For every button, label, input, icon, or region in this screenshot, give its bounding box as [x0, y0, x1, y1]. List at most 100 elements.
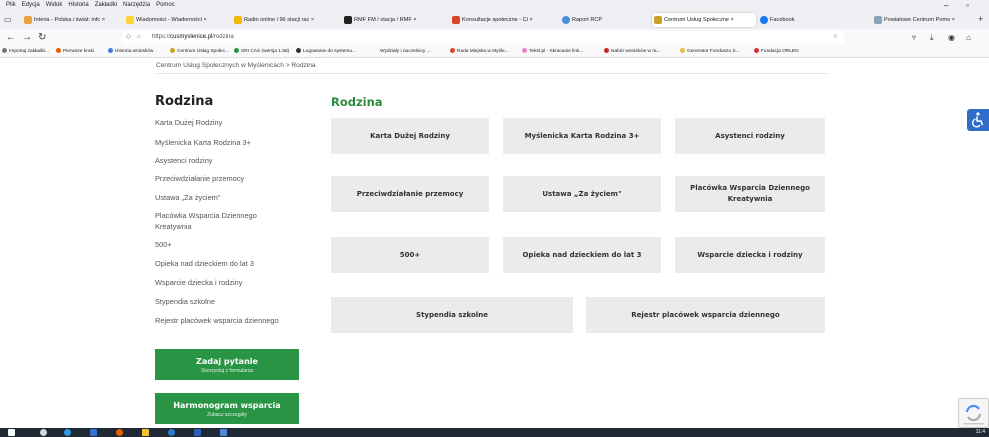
- bookmark-item[interactable]: Logowanie do systemu...: [296, 46, 356, 57]
- raport-favicon-icon: [562, 16, 570, 24]
- sidebar-item-za-zyciem[interactable]: Ustawa „Za życiem": [155, 192, 315, 203]
- menu-help[interactable]: Pomoc: [156, 2, 175, 8]
- folder-icon[interactable]: [142, 429, 149, 436]
- sidebar-item-asystenci[interactable]: Asystenci rodziny: [155, 155, 315, 166]
- url-scheme: https://: [152, 34, 171, 40]
- tab-interia[interactable]: Interia - Polska i świat: infc ×: [22, 13, 118, 27]
- shield-icon[interactable]: ◇: [126, 31, 131, 44]
- word-icon[interactable]: [194, 429, 201, 436]
- menu-history[interactable]: Historia: [68, 2, 88, 8]
- nabor-icon: [604, 48, 609, 53]
- cta-title: Harmonogram wsparcia: [173, 401, 281, 410]
- bookmark-item[interactable]: Generator Funduszu S...: [680, 46, 740, 57]
- tile-stypendia[interactable]: Stypendia szkolne: [331, 297, 573, 333]
- reload-icon[interactable]: ↻: [38, 30, 46, 45]
- cta-title: Zadaj pytanie: [196, 357, 258, 366]
- wiadomosci-favicon-icon: [126, 16, 134, 24]
- minimize-icon[interactable]: –: [944, 0, 948, 11]
- tile-przemoc[interactable]: Przeciwdziałanie przemocy: [331, 176, 489, 212]
- history-globe-icon: [108, 48, 113, 53]
- bookmark-item[interactable]: Fundacja ORLEN: [754, 46, 799, 57]
- tile-asystenci[interactable]: Asystenci rodziny: [675, 118, 825, 154]
- tab-list-icon[interactable]: ▭: [4, 12, 12, 27]
- sidebar-item-kreatywnia[interactable]: Placówka Wsparcia Dziennego Kreatywnia: [155, 210, 295, 232]
- tile-karta-rodzina-3plus[interactable]: Myślenicka Karta Rodzina 3+: [503, 118, 661, 154]
- firefox-taskbar-icon[interactable]: [116, 429, 123, 436]
- bookmark-star-icon[interactable]: ☆: [833, 31, 838, 44]
- tab-centrum-uslug[interactable]: Centrum Usług Społeczne ×: [652, 13, 756, 27]
- tab-label: Powiatowe Centrum Pomo ×: [884, 17, 956, 23]
- bookmark-item[interactable]: Tekst.pl - Skracanie link...: [522, 46, 583, 57]
- support-schedule-button[interactable]: Harmonogram wsparcia Zobacz szczegóły: [155, 393, 299, 424]
- tekst-icon: [522, 48, 527, 53]
- tab-label: Konsultacje społeczne - Ci ×: [462, 17, 533, 23]
- tab-label: Interia - Polska i świat: infc ×: [34, 17, 106, 23]
- maximize-icon[interactable]: ▫: [966, 0, 969, 11]
- url-bar[interactable]: ◇ ⌂ https://cusmyslenice.pl/rodzina ☆: [122, 31, 844, 44]
- tab-wiadomosci[interactable]: Wiadomości - Wiadomości ×: [124, 13, 230, 27]
- back-icon[interactable]: ←: [6, 30, 16, 45]
- sidebar-item-stypendia[interactable]: Stypendia szkolne: [155, 296, 315, 307]
- login-icon: [296, 48, 301, 53]
- tab-raport[interactable]: Raport RCP: [560, 13, 648, 27]
- bookmark-item[interactable]: SRI CAS (wersja 1.58): [234, 46, 289, 57]
- windows-start-icon[interactable]: [8, 429, 15, 436]
- app-icon[interactable]: [90, 429, 97, 436]
- wheelchair-icon: [971, 112, 984, 128]
- tab-powiatowe[interactable]: Powiatowe Centrum Pomo ×: [872, 13, 974, 27]
- tab-rmf[interactable]: RMF FM / stacja / RMF ×: [342, 13, 446, 27]
- menu-bookmarks[interactable]: Zakładki: [95, 2, 117, 8]
- tab-radio[interactable]: Radio online i 96 stacji rac ×: [232, 13, 340, 27]
- bookmark-item[interactable]: Wydziały i naczelnicy ...: [380, 46, 431, 57]
- sidebar-item-rejestr[interactable]: Rejestr placówek wsparcia dziennego: [155, 315, 315, 326]
- sri-icon: [234, 48, 239, 53]
- sidebar-item-przemoc[interactable]: Przeciwdziałanie przemocy: [155, 173, 315, 184]
- breadcrumb[interactable]: Centrum Usług Społecznych w Myślenicach …: [156, 59, 828, 74]
- tile-500plus[interactable]: 500+: [331, 237, 489, 273]
- chrome-icon[interactable]: [168, 429, 175, 436]
- account-icon[interactable]: ◉: [948, 30, 955, 45]
- bookmark-item[interactable]: Rada Miejska w Myśle...: [450, 46, 509, 57]
- edge-icon[interactable]: [64, 429, 71, 436]
- bookmark-item[interactable]: Nabór wniosków w ra...: [604, 46, 661, 57]
- bookmark-item[interactable]: Historia wniosków: [108, 46, 153, 57]
- new-tab-button[interactable]: +: [978, 12, 983, 27]
- sidebar-item-karta-duzej-rodziny[interactable]: Karta Dużej Rodziny: [155, 117, 315, 128]
- tile-opieka[interactable]: Opieka nad dzieckiem do lat 3: [503, 237, 661, 273]
- sidebar-item-500plus[interactable]: 500+: [155, 239, 315, 250]
- sidebar-item-opieka[interactable]: Opieka nad dzieckiem do lat 3: [155, 258, 315, 269]
- downloads-icon[interactable]: ⤓: [930, 30, 934, 45]
- cus-bookmark-icon: [170, 48, 175, 53]
- orlen-icon: [754, 48, 759, 53]
- tile-wsparcie[interactable]: Wsparcie dziecka i rodziny: [675, 237, 825, 273]
- tile-kreatywnia[interactable]: Placówka Wsparcia Dziennego Kreatywnia: [675, 176, 825, 212]
- ask-question-button[interactable]: Zadaj pytanie Skorzystaj z formularza: [155, 349, 299, 380]
- tile-za-zyciem[interactable]: Ustawa „Za życiem": [503, 176, 661, 212]
- tab-konsultacje[interactable]: Konsultacje społeczne - Ci ×: [450, 13, 554, 27]
- generator-icon: [680, 48, 685, 53]
- menu-edit[interactable]: Edycja: [22, 2, 40, 8]
- forward-icon[interactable]: →: [22, 30, 32, 45]
- tab-facebook[interactable]: Facebook: [758, 13, 858, 27]
- bookmark-item[interactable]: Centrum Usług Społec...: [170, 46, 229, 57]
- lock-icon[interactable]: ⌂: [137, 31, 141, 44]
- menu-file[interactable]: Plik: [6, 2, 16, 8]
- tile-rejestr[interactable]: Rejestr placówek wsparcia dziennego: [586, 297, 825, 333]
- menu-view[interactable]: Widok: [46, 2, 63, 8]
- sidebar-item-karta-rodzina-3plus[interactable]: Myślenicka Karta Rodzina 3+: [155, 137, 315, 148]
- search-icon[interactable]: [40, 429, 47, 436]
- bookmark-item[interactable]: Pierwsze kroki: [56, 46, 94, 57]
- tile-karta-duzej-rodziny[interactable]: Karta Dużej Rodziny: [331, 118, 489, 154]
- sidebar-item-wsparcie[interactable]: Wsparcie dziecka i rodziny: [155, 277, 315, 288]
- accessibility-button[interactable]: [967, 109, 989, 131]
- app-icon[interactable]: [220, 429, 227, 436]
- import-icon: [2, 48, 7, 53]
- recaptcha-icon: [963, 404, 984, 425]
- os-taskbar: 11:4: [0, 428, 989, 437]
- menu-tools[interactable]: Narzędzia: [123, 2, 150, 8]
- url-path: /rodzina: [212, 34, 234, 40]
- recaptcha-badge[interactable]: [958, 398, 989, 428]
- pocket-icon[interactable]: ▿: [912, 30, 916, 45]
- bookmark-item[interactable]: Importuj zakładki...: [2, 46, 49, 57]
- extensions-icon[interactable]: ⌂: [966, 30, 971, 45]
